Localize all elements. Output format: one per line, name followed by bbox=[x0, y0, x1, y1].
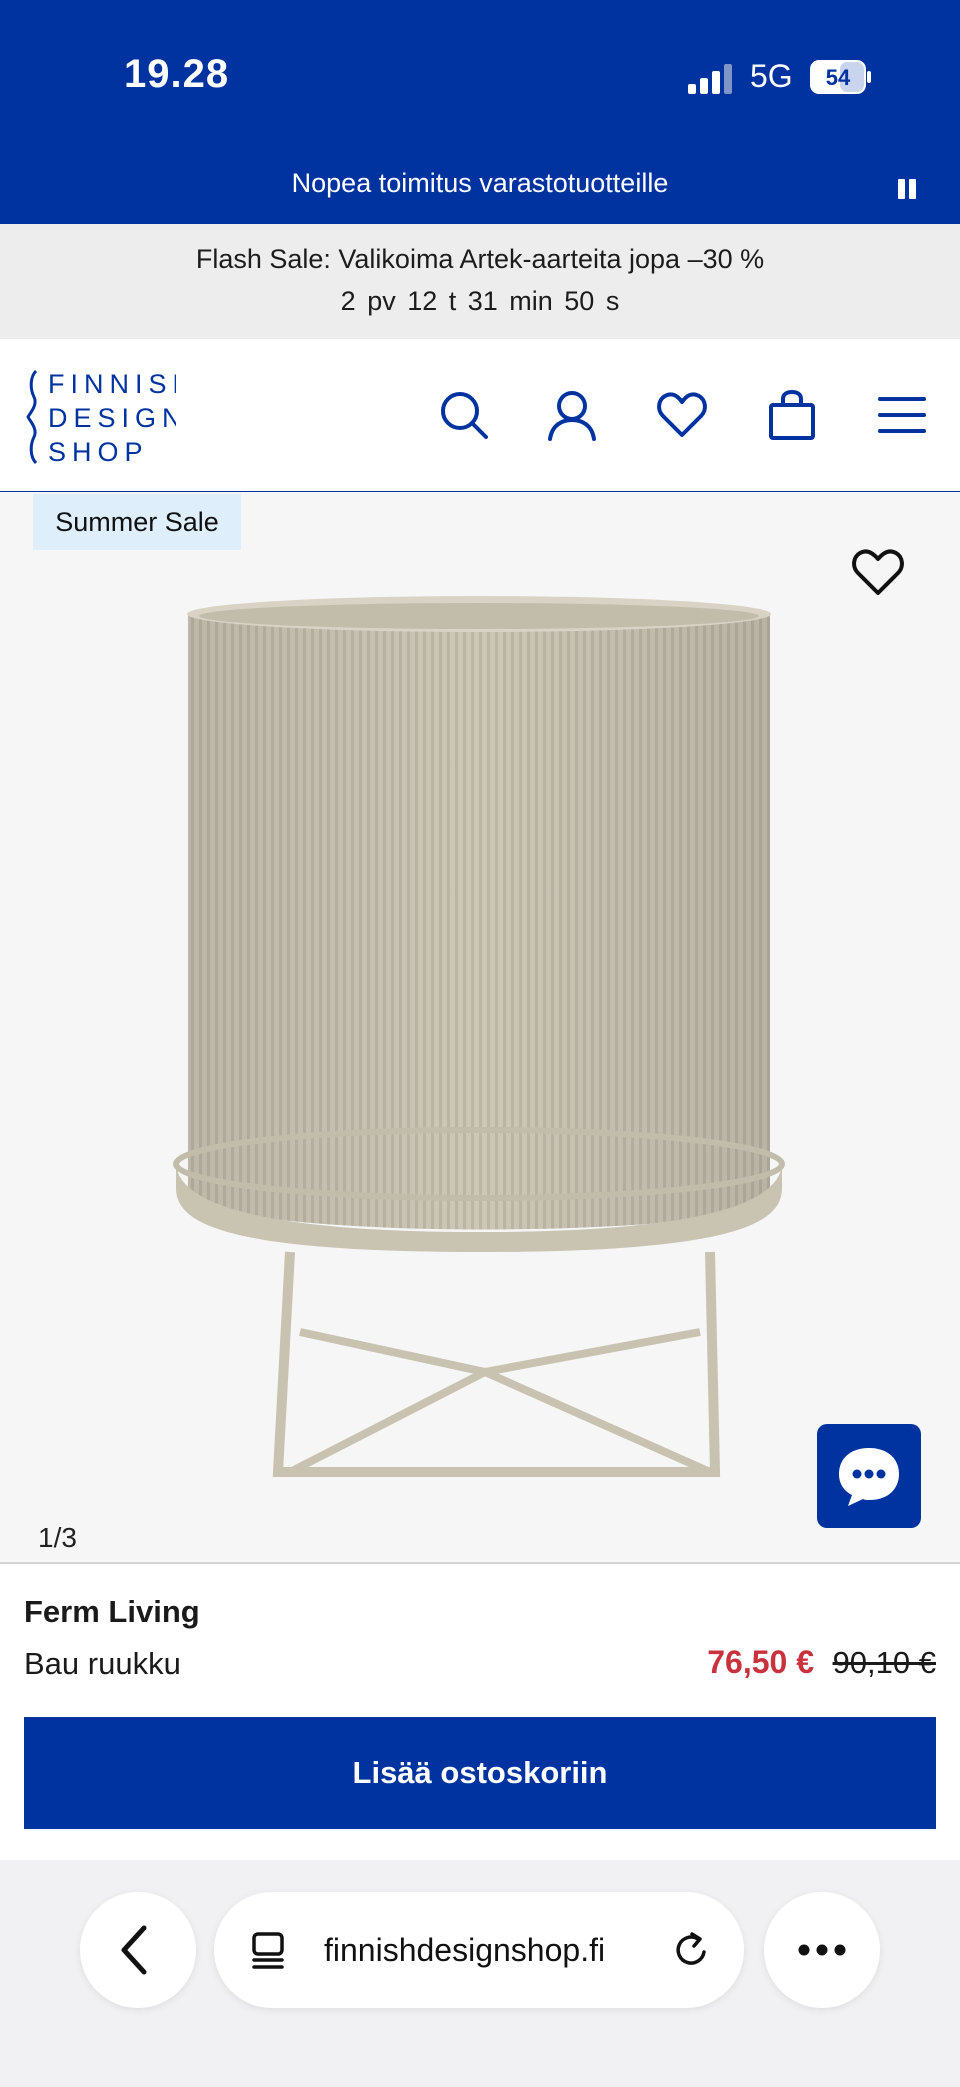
signal-icon bbox=[688, 64, 732, 94]
product-name: Bau ruukku bbox=[24, 1646, 181, 1681]
url-text: finnishdesignshop.fi bbox=[324, 1932, 606, 1968]
chevron-left-icon bbox=[121, 1925, 147, 1975]
product-gallery[interactable]: Summer Sale 1/3 bbox=[0, 492, 960, 1564]
more-button[interactable] bbox=[764, 1892, 880, 2008]
account-icon[interactable] bbox=[546, 389, 598, 441]
promo-text: Nopea toimitus varastotuotteille bbox=[291, 168, 669, 198]
finnish-design-shop-logo[interactable]: FINNISH DESIGN SHOP bbox=[26, 367, 176, 467]
logo-line-3: SHOP bbox=[48, 437, 149, 467]
sale-badge: Summer Sale bbox=[33, 494, 241, 550]
gallery-counter: 1/3 bbox=[38, 1522, 77, 1553]
chat-button[interactable] bbox=[817, 1424, 921, 1528]
more-dots-icon bbox=[798, 1944, 846, 1956]
add-to-cart-button[interactable]: Lisää ostoskoriin bbox=[24, 1717, 936, 1829]
search-icon[interactable] bbox=[438, 389, 490, 441]
flash-sale-countdown: 2 pv 12 t 31 min 50 s bbox=[340, 286, 620, 316]
flash-sale-title: Flash Sale: Valikoima Artek-aarteita jop… bbox=[195, 244, 765, 274]
flash-sale-banner[interactable]: Flash Sale: Valikoima Artek-aarteita jop… bbox=[0, 224, 960, 339]
battery-icon: 54 bbox=[810, 60, 871, 94]
reload-icon[interactable] bbox=[672, 1930, 712, 1970]
favorite-heart-icon[interactable] bbox=[850, 546, 906, 598]
sale-price: 76,50 € bbox=[707, 1644, 814, 1680]
back-button[interactable] bbox=[80, 1892, 196, 2008]
site-header: FINNISH DESIGN SHOP bbox=[0, 339, 960, 492]
battery-level: 54 bbox=[826, 65, 851, 90]
wishlist-icon[interactable] bbox=[656, 389, 708, 441]
tabs-icon[interactable] bbox=[250, 1930, 290, 1970]
product-brand[interactable]: Ferm Living bbox=[24, 1594, 200, 1630]
product-image-planter bbox=[173, 596, 785, 1477]
menu-icon[interactable] bbox=[876, 389, 928, 441]
original-price: 90,10 € bbox=[832, 1645, 936, 1680]
chat-icon bbox=[839, 1448, 899, 1506]
cart-icon[interactable] bbox=[766, 389, 818, 441]
network-label: 5G bbox=[750, 58, 793, 94]
top-banner: 19.28 5G 54 Nopea toimitus varastotuotte… bbox=[0, 0, 960, 224]
pause-icon[interactable] bbox=[896, 178, 918, 200]
address-bar[interactable]: finnishdesignshop.fi bbox=[214, 1892, 744, 2008]
logo-line-2: DESIGN bbox=[48, 403, 176, 433]
logo-line-1: FINNISH bbox=[48, 369, 176, 399]
status-time: 19.28 bbox=[124, 52, 230, 96]
browser-toolbar: finnishdesignshop.fi bbox=[0, 1860, 960, 2087]
